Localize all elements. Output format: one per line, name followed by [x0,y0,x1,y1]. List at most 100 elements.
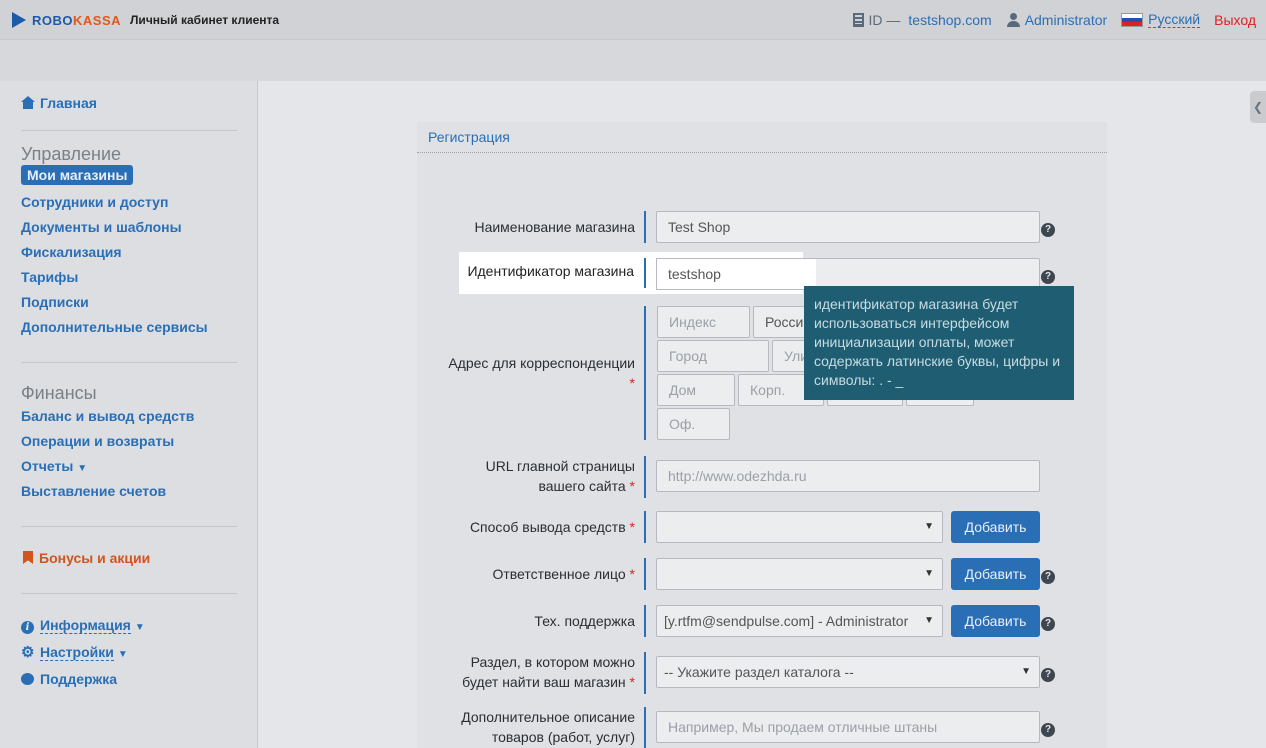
sidebar-item-home[interactable]: Главная [21,95,97,111]
select-arrow-icon: ▼ [924,568,934,579]
site-url-label: URL главной страницы вашего сайта * [485,458,635,494]
sidebar-item-invoices[interactable]: Выставление счетов [21,483,166,499]
description-input[interactable]: Например, Мы продаем отличные штаны [656,711,1040,743]
help-icon[interactable]: ? [1041,570,1055,584]
shop-link[interactable]: testshop.com [908,12,991,28]
shop-id-spotlight: Идентификатор магазина testshop [459,252,816,294]
sidebar-item-support[interactable]: Поддержка [21,671,117,687]
panel-divider [417,152,1107,153]
language-selector[interactable]: Русский [1121,11,1201,28]
catalog-select[interactable]: -- Укажите раздел каталога -- ▼ [656,656,1040,688]
payout-label: Способ вывода средств * [469,519,635,535]
sidebar-item-tariffs[interactable]: Тарифы [21,269,78,285]
user-icon [1006,12,1020,27]
field-marker [644,605,646,637]
help-icon[interactable]: ? [1041,223,1055,237]
support-add-button[interactable]: Добавить [951,605,1040,637]
id-label: ID — [868,11,901,28]
sidebar-item-info[interactable]: i Информация ▼ [21,617,145,634]
responsible-select[interactable]: ▼ [656,558,943,590]
shop-id-tooltip: идентификатор магазина будет использоват… [804,286,1074,400]
description-label: Дополнительное описание товаров (работ, у… [461,709,635,745]
field-marker [644,558,646,590]
sidebar-item-subscriptions[interactable]: Подписки [21,294,89,310]
shop-id-display: ID — testshop.com [852,11,992,28]
address-city-input[interactable]: Город [657,340,769,372]
sidebar: Главная Управление Мои магазины Сотрудни… [0,81,258,748]
sidebar-item-bonuses[interactable]: Бонусы и акции [21,550,150,566]
cabinet-subtitle: Личный кабинет клиента [130,13,280,27]
address-index-input[interactable]: Индекс [657,306,750,338]
payout-add-button[interactable]: Добавить [951,511,1040,543]
sidebar-divider [21,526,237,527]
logout-label[interactable]: Выход [1214,12,1256,28]
sidebar-divider [21,593,237,594]
help-icon[interactable]: ? [1041,617,1055,631]
help-icon[interactable]: ? [1041,668,1055,682]
sub-bar [0,40,1266,81]
sidebar-item-label: Отчеты [21,458,74,474]
sidebar-item-operations[interactable]: Операции и возвраты [21,433,174,449]
user-menu[interactable]: Administrator [1006,12,1107,28]
collapse-panel-tab[interactable]: ❮ [1250,91,1266,123]
field-marker [644,211,646,243]
caret-down-icon: ▼ [117,649,128,660]
sidebar-section-management: Управление [21,144,122,164]
select-arrow-icon: ▼ [924,521,934,532]
sidebar-item-fiscal[interactable]: Фискализация [21,244,122,260]
address-office-input[interactable]: Оф. [657,408,730,440]
sidebar-item-label: Информация [40,617,131,634]
chevron-left-icon: ❮ [1252,100,1264,114]
user-name[interactable]: Administrator [1025,12,1107,28]
language-label[interactable]: Русский [1148,11,1201,28]
sidebar-item-label: Главная [40,95,97,111]
payout-select[interactable]: ▼ [656,511,943,543]
sidebar-item-staff[interactable]: Сотрудники и доступ [21,194,168,210]
field-marker [644,306,646,440]
sidebar-divider [21,362,237,363]
robokassa-logo[interactable]: ROBOKASSA Личный кабинет клиента [12,11,279,29]
support-select[interactable]: [y.rtfm@sendpulse.com] - Administrator ▼ [656,605,943,637]
building-icon [852,12,864,27]
sidebar-item-settings[interactable]: ⚙ Настройки ▼ [21,644,128,661]
sidebar-item-my-shops[interactable]: Мои магазины [21,165,134,185]
responsible-label: Ответственное лицо * [492,566,635,582]
sidebar-divider [21,130,237,131]
bookmark-icon [23,551,33,564]
top-bar: ROBOKASSA Личный кабинет клиента ID — te… [0,0,1266,40]
caret-down-icon: ▼ [77,463,88,474]
help-icon[interactable]: ? [1041,270,1055,284]
logo-mark-icon [12,12,28,28]
help-icon[interactable]: ? [1041,723,1055,737]
sidebar-item-documents[interactable]: Документы и шаблоны [21,219,182,235]
sidebar-item-balance[interactable]: Баланс и вывод средств [21,408,194,424]
support-label: Тех. поддержка [534,613,635,629]
field-marker [644,652,646,694]
sidebar-item-reports[interactable]: Отчеты ▼ [21,458,87,474]
shop-name-label: Наименование магазина [474,219,635,235]
shop-id-input[interactable]: testshop [656,258,816,290]
field-marker [644,511,646,543]
responsible-add-button[interactable]: Добавить [951,558,1040,590]
address-house-input[interactable]: Дом [657,374,735,406]
panel-title: Регистрация [428,129,510,145]
field-marker [644,456,646,498]
caret-down-icon: ▼ [134,622,145,633]
site-url-input[interactable]: http://www.odezhda.ru [656,460,1040,492]
select-arrow-icon: ▼ [1021,666,1031,677]
field-marker [644,258,646,288]
logout-link[interactable]: Выход [1214,12,1256,28]
sidebar-item-label: Бонусы и акции [39,550,151,566]
home-icon [21,96,35,109]
field-marker [644,707,646,748]
shop-name-input[interactable]: Test Shop [656,211,1040,243]
russia-flag-icon [1121,12,1144,27]
top-right-menu: ID — testshop.com Administrator Русский … [839,11,1256,28]
shop-id-label: Идентификатор магазина [467,263,634,279]
sidebar-item-label: Настройки [40,644,114,661]
gear-icon: ⚙ [21,644,35,661]
sidebar-item-label: Поддержка [40,671,118,687]
sidebar-section-finance: Финансы [21,383,97,403]
catalog-label: Раздел, в котором можно будет найти ваш м… [462,654,635,690]
sidebar-item-extra-services[interactable]: Дополнительные сервисы [21,319,208,335]
